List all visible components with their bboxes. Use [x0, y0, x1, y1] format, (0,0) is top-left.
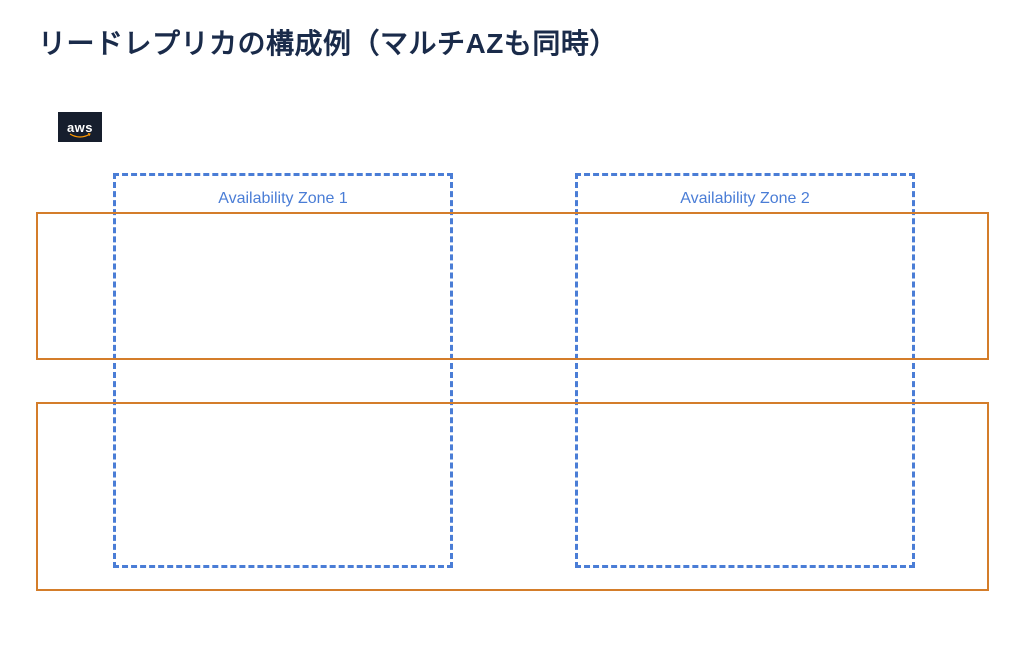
rds-primary-az1-icon — [211, 243, 287, 319]
rds-replica-az2-1-icon — [660, 434, 736, 510]
rds-replica-az2-2-icon — [796, 434, 872, 510]
az1-label: Availability Zone 1 — [116, 190, 450, 208]
rds-replica-az1-2-icon — [308, 434, 384, 510]
az2-label: Availability Zone 2 — [578, 190, 912, 208]
subnet-group-primary — [36, 212, 989, 360]
aws-smile-icon — [69, 133, 91, 139]
page-title: リードレプリカの構成例（マルチAZも同時） — [38, 22, 618, 62]
rds-replica-az1-1-icon — [172, 434, 248, 510]
rds-primary-az2-icon — [726, 243, 802, 319]
aws-logo-icon: aws — [58, 112, 102, 142]
